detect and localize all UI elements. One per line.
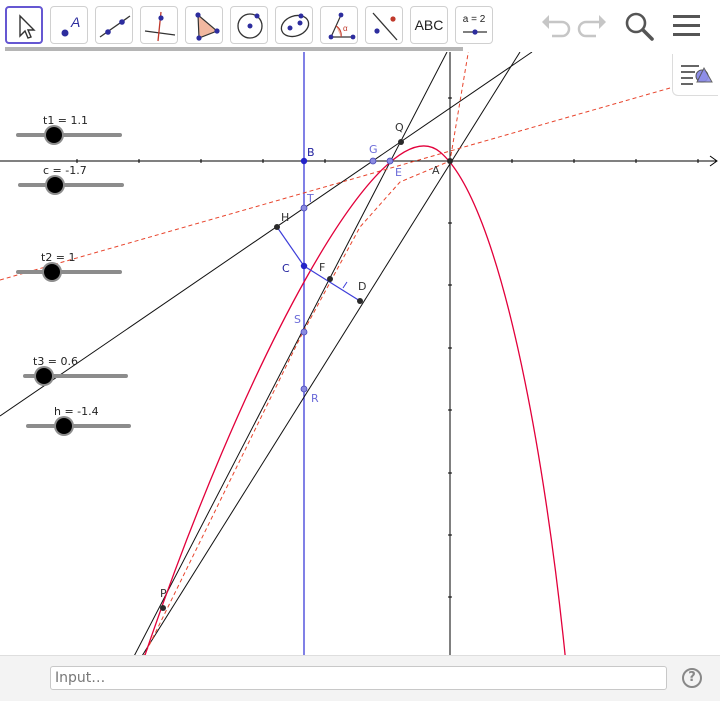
polygon-tool[interactable] [185,6,223,44]
label-a: A [432,164,440,177]
point-tool[interactable]: A [50,6,88,44]
label-e: E [395,166,402,179]
hamburger-menu-icon [673,15,700,36]
main-menu-button[interactable] [670,10,704,42]
style-bar-toggle[interactable] [672,54,718,96]
slider-icon [463,29,487,35]
point-a[interactable] [447,158,453,164]
text-tool-label: ABC [414,17,444,33]
reflect-about-line-icon [372,12,398,41]
point-c[interactable] [300,262,308,270]
point-f[interactable] [327,276,333,282]
conic-tool[interactable] [275,6,313,44]
label-r: R [311,392,319,405]
slider-h-handle[interactable] [56,418,72,434]
toolbar-scroll-indicator [5,47,463,51]
dashed-curve-line[interactable] [140,52,470,655]
label-b: B [307,146,315,159]
slider-t3-label: t3 = 0.6 [33,355,79,368]
circle-tool[interactable] [230,6,268,44]
label-f: F [319,261,325,274]
slider-c-track[interactable] [18,183,124,187]
point-e[interactable] [386,157,394,165]
redo-button[interactable] [576,10,610,42]
point-icon: A [61,14,80,37]
angle-icon: α [328,12,356,40]
move-tool[interactable] [5,6,43,44]
slider-t3[interactable]: t3 = 0.6 [23,355,133,385]
style-bar-icon [681,65,713,85]
segment-ch[interactable] [276,226,305,267]
undo-button[interactable] [538,10,572,42]
label-h: H [281,211,289,224]
slider-c-handle[interactable] [47,177,63,193]
toolbar: A α ABC a = 2 [0,0,720,52]
slider-t1-label: t1 = 1.1 [43,114,89,127]
line-tool[interactable] [95,6,133,44]
slider-c-label: c = -1.7 [43,164,87,177]
slider-t2-label: t2 = 1 [41,251,76,264]
slider-t3-handle[interactable] [36,368,52,384]
point-p[interactable] [160,605,166,611]
cursor-arrow-icon [19,14,36,39]
point-d[interactable] [357,298,363,304]
label-s: S [294,313,301,326]
point-t[interactable] [300,204,308,212]
svg-text:α: α [343,24,348,33]
label-t: T [306,192,314,205]
parabola[interactable] [142,145,566,655]
slider-h-track[interactable] [26,424,131,428]
point-r[interactable] [300,385,308,393]
right-angle-mark [342,281,348,289]
search-button[interactable] [622,10,656,42]
slider-t2-handle[interactable] [44,264,60,280]
svg-text:A: A [70,14,80,30]
point-q[interactable] [398,139,404,145]
ellipse-icon [280,13,310,38]
slider-c[interactable]: c = -1.7 [18,164,128,194]
polygon-icon [195,12,220,41]
help-icon: ? [688,670,696,685]
axis-ticks [76,97,699,598]
slider-t1-handle[interactable] [46,127,62,143]
circle-icon [237,13,263,39]
slider-t2-track[interactable] [16,270,122,274]
slider-t2[interactable]: t2 = 1 [16,251,126,281]
reflect-tool[interactable] [365,6,403,44]
algebra-input-bar: ? [0,655,720,701]
angle-tool[interactable]: α [320,6,358,44]
redo-icon [577,15,606,38]
slider-t1-track[interactable] [16,133,122,137]
segment-cd[interactable] [303,265,361,302]
label-g: G [369,143,378,156]
text-tool[interactable]: ABC [410,6,448,44]
perpendicular-line-icon [144,11,176,42]
search-icon [625,12,654,41]
line-pa[interactable] [137,52,521,655]
point-s[interactable] [300,328,308,336]
line-through-points-icon [99,15,131,38]
algebra-input-field[interactable] [50,666,667,690]
label-c: C [282,262,290,275]
slider-h-label: h = -1.4 [54,405,99,418]
graphics-view[interactable]: A B C D E F G H P Q R S T t1 = 1.1 c = -… [0,52,720,655]
label-p: P [160,587,167,600]
undo-icon [542,15,571,38]
slider-tool[interactable]: a = 2 [455,6,493,44]
point-h[interactable] [274,224,280,230]
point-g[interactable] [369,157,377,165]
label-q: Q [395,121,404,134]
slider-t1[interactable]: t1 = 1.1 [16,114,126,144]
help-button[interactable]: ? [682,668,702,688]
label-d: D [358,280,366,293]
slider-h[interactable]: h = -1.4 [26,405,136,435]
perpendicular-line-tool[interactable] [140,6,178,44]
